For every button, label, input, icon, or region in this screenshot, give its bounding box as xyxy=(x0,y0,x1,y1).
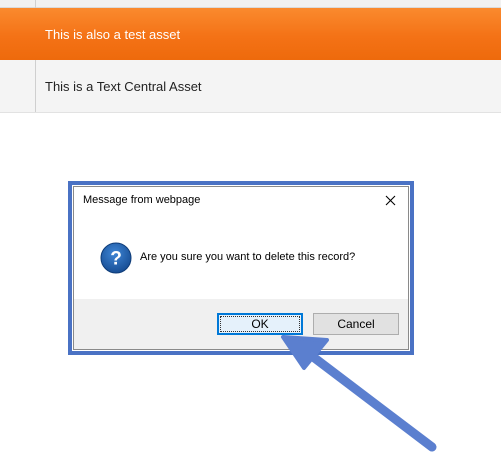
cell-divider xyxy=(35,60,36,112)
table-row-partial xyxy=(0,0,501,8)
row-label: This is a Text Central Asset xyxy=(45,79,202,94)
close-icon xyxy=(385,195,396,206)
dialog-message: Are you sure you want to delete this rec… xyxy=(140,251,356,263)
dialog-body: ? Are you sure you want to delete this r… xyxy=(74,215,408,305)
dialog-footer: OK Cancel xyxy=(74,299,408,349)
cancel-button[interactable]: Cancel xyxy=(313,313,399,335)
cell-divider xyxy=(35,0,36,8)
table-row-selected[interactable]: This is also a test asset xyxy=(0,8,501,60)
question-icon: ? xyxy=(100,242,132,274)
table-row[interactable]: This is a Text Central Asset xyxy=(0,60,501,113)
row-label: This is also a test asset xyxy=(45,27,181,42)
svg-text:?: ? xyxy=(110,249,122,270)
dialog-titlebar[interactable]: Message from webpage xyxy=(74,187,408,215)
dialog-title: Message from webpage xyxy=(83,194,201,206)
close-button[interactable] xyxy=(380,191,402,211)
ok-button-label: OK xyxy=(251,317,269,331)
confirm-dialog: Message from webpage ? Are you sure you … xyxy=(73,186,409,350)
ok-button[interactable]: OK xyxy=(217,313,303,335)
cancel-button-label: Cancel xyxy=(337,317,375,331)
